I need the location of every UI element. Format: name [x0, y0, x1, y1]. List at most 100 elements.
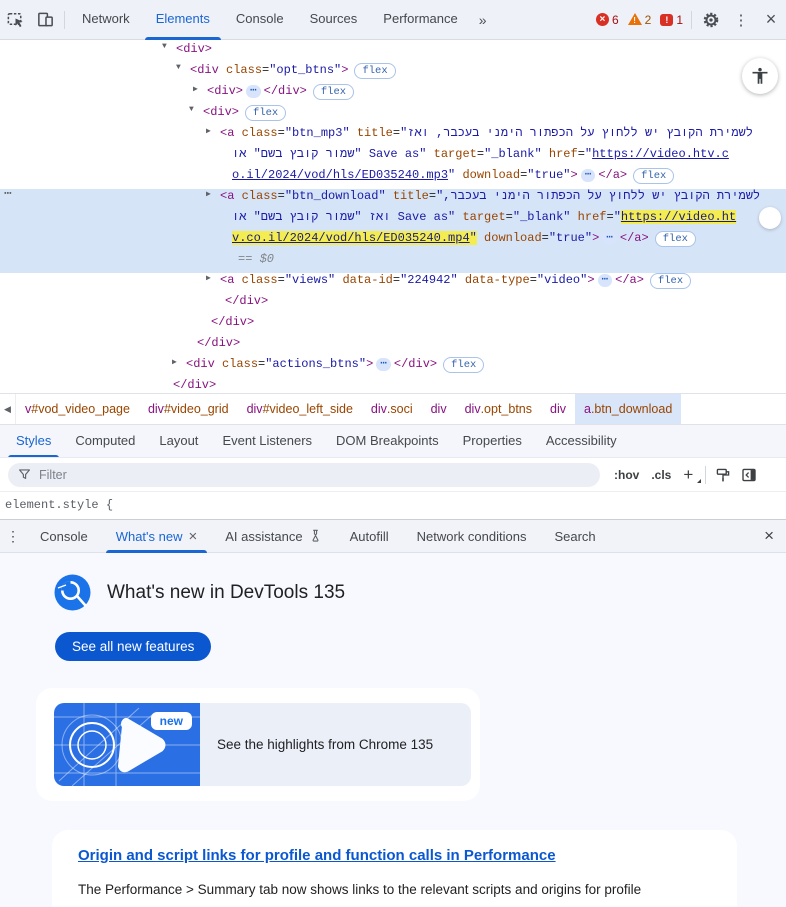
flex-badge[interactable]: flex — [354, 63, 395, 79]
tree-row[interactable]: ▶<a class="views" data-id="224942" data-… — [0, 273, 786, 294]
styles-content[interactable]: element.style { — [0, 491, 786, 519]
tree-row[interactable]: "שמור קובץ בשם" או Save as" target="_bla… — [0, 147, 786, 168]
drawer-menu-icon[interactable]: ⋮ — [0, 522, 26, 550]
code-segment-pun: = — [393, 273, 400, 287]
filter-input[interactable] — [39, 468, 590, 482]
styles-tab-styles[interactable]: Styles — [4, 425, 63, 458]
breadcrumb-scroll-left-icon[interactable]: ◀ — [0, 394, 16, 424]
more-options-icon[interactable]: ⋮ — [726, 6, 756, 34]
styles-tab-properties[interactable]: Properties — [451, 425, 534, 458]
styles-tab-accessibility[interactable]: Accessibility — [534, 425, 629, 458]
rendering-emulation-icon[interactable] — [710, 461, 736, 489]
drawer-tab-autofill[interactable]: Autofill — [336, 519, 403, 553]
close-drawer-icon[interactable]: × — [752, 526, 786, 546]
styles-filter-field[interactable] — [8, 463, 600, 487]
flex-badge[interactable]: flex — [655, 231, 696, 247]
breadcrumb-item[interactable]: div.soci — [362, 394, 422, 424]
panel-tab-performance[interactable]: Performance — [370, 0, 470, 40]
panel-tab-network[interactable]: Network — [69, 0, 143, 40]
breadcrumb-item[interactable]: div.opt_btns — [456, 394, 541, 424]
drawer-tab-console[interactable]: Console — [26, 519, 102, 553]
close-tab-icon[interactable]: × — [189, 529, 198, 544]
drawer-tab-search[interactable]: Search — [540, 519, 609, 553]
panel-tab-sources[interactable]: Sources — [297, 0, 371, 40]
expand-arrow-right-icon[interactable]: ▶ — [206, 126, 211, 136]
expand-inline-button[interactable]: ⋯ — [376, 358, 391, 371]
expand-inline-button[interactable]: ⋯ — [581, 169, 596, 182]
drawer-tab-ai-assistance[interactable]: AI assistance — [211, 519, 335, 553]
styles-tab-computed[interactable]: Computed — [63, 425, 147, 458]
tree-row[interactable]: </div> — [0, 315, 786, 336]
toggle-sidebar-icon[interactable] — [736, 461, 762, 489]
toggle-element-classes-button[interactable]: .cls — [645, 468, 677, 482]
code-segment-attr: target — [426, 147, 476, 161]
flex-badge[interactable]: flex — [313, 84, 354, 100]
code-segment-tag: <div — [190, 63, 219, 77]
inspect-element-icon[interactable] — [0, 6, 30, 34]
breadcrumb-item[interactable]: v#vod_video_page — [16, 394, 139, 424]
breadcrumb-item[interactable]: div#video_left_side — [238, 394, 362, 424]
panel-tab-console[interactable]: Console — [223, 0, 297, 40]
tree-row[interactable]: </div> — [0, 378, 786, 393]
styles-tab-event-listeners[interactable]: Event Listeners — [210, 425, 324, 458]
flex-badge[interactable]: flex — [633, 168, 674, 184]
breadcrumb-item[interactable]: div — [422, 394, 456, 424]
new-style-rule-button[interactable]: + — [677, 465, 699, 485]
tree-row[interactable]: </div> — [0, 336, 786, 357]
close-devtools-icon[interactable]: × — [756, 6, 786, 34]
code-segment-attr: href — [570, 210, 606, 224]
flex-badge[interactable]: flex — [650, 273, 691, 289]
toggle-hover-state-button[interactable]: :hov — [608, 468, 645, 482]
flex-badge[interactable]: flex — [245, 105, 286, 121]
warnings-badge[interactable]: ! 2 — [628, 13, 652, 27]
expand-arrow-right-icon[interactable]: ▶ — [206, 273, 211, 283]
expand-arrow-down-icon[interactable]: ▼ — [162, 42, 167, 51]
tree-row[interactable]: ▼<div class="opt_btns">flex — [0, 63, 786, 84]
tree-row[interactable]: v.co.il/2024/vod/hls/ED035240.mp4" downl… — [0, 231, 786, 252]
hebrew-attribute-text: לשמירת הקובץ יש ללחוץ על הכפתור הימני בע… — [407, 126, 753, 140]
expand-arrow-right-icon[interactable]: ▶ — [206, 189, 211, 199]
element-style-rule[interactable]: element.style { — [5, 498, 113, 512]
expand-inline-button[interactable]: ⋯ — [246, 85, 261, 98]
styles-tab-layout[interactable]: Layout — [147, 425, 210, 458]
tree-row[interactable]: ⋯▶<a class="btn_download" title="לשמירת … — [0, 189, 786, 210]
drawer-tab-whats-new[interactable]: What's new× — [102, 519, 212, 553]
styles-tab-dom-breakpoints[interactable]: DOM Breakpoints — [324, 425, 451, 458]
panel-tab-elements[interactable]: Elements — [143, 0, 223, 40]
issues-badge[interactable]: ! 1 — [660, 13, 683, 27]
expand-arrow-right-icon[interactable]: ▶ — [193, 84, 198, 94]
breadcrumb-item[interactable]: a.btn_download — [575, 394, 681, 424]
highlights-video-thumbnail[interactable]: new — [54, 703, 200, 786]
expand-inline-button[interactable]: ⋯ — [598, 274, 613, 287]
drawer-tab-network-conditions[interactable]: Network conditions — [403, 519, 541, 553]
styles-filter-bar: :hov .cls + — [0, 457, 786, 491]
tree-row[interactable]: </div> — [0, 294, 786, 315]
errors-badge[interactable]: × 6 — [596, 13, 619, 27]
device-toolbar-icon[interactable] — [30, 6, 60, 34]
tree-row[interactable]: ▼<div> — [0, 42, 786, 63]
tree-row[interactable]: ▶<a class="btn_mp3" title="לשמירת הקובץ … — [0, 126, 786, 147]
tree-row[interactable]: ▶<div class="actions_btns">⋯</div>flex — [0, 357, 786, 378]
breadcrumb-item[interactable]: div — [541, 394, 575, 424]
tree-row[interactable]: ואז "שמור קובץ בשם" או Save as" target="… — [0, 210, 786, 231]
issue-count: 1 — [676, 13, 683, 27]
drawer-tab-label: AI assistance — [225, 520, 302, 553]
expand-arrow-down-icon[interactable]: ▼ — [189, 105, 194, 114]
row-overflow-menu-icon[interactable]: ⋯ — [4, 186, 13, 201]
expand-arrow-right-icon[interactable]: ▶ — [172, 357, 177, 367]
highlights-caption-strip[interactable]: See the highlights from Chrome 135 — [200, 703, 471, 786]
tree-row[interactable]: ▶<div>⋯</div>flex — [0, 84, 786, 105]
new-badge: new — [151, 712, 192, 730]
see-all-features-button[interactable]: See all new features — [55, 632, 211, 661]
settings-gear-icon[interactable] — [696, 6, 726, 34]
tree-row[interactable]: == $0 — [0, 252, 786, 273]
expand-arrow-down-icon[interactable]: ▼ — [176, 63, 181, 72]
article-title-link[interactable]: Origin and script links for profile and … — [78, 847, 556, 864]
tree-row[interactable]: ▼<div>flex — [0, 105, 786, 126]
flex-badge[interactable]: flex — [443, 357, 484, 373]
tree-row[interactable]: o.il/2024/vod/hls/ED035240.mp3" download… — [0, 168, 786, 189]
breadcrumb-item[interactable]: div#video_grid — [139, 394, 238, 424]
more-panels-chevron[interactable]: » — [471, 12, 495, 28]
accessibility-widget-button[interactable] — [742, 58, 778, 94]
expand-inline-button[interactable]: ⋯ — [602, 232, 617, 245]
